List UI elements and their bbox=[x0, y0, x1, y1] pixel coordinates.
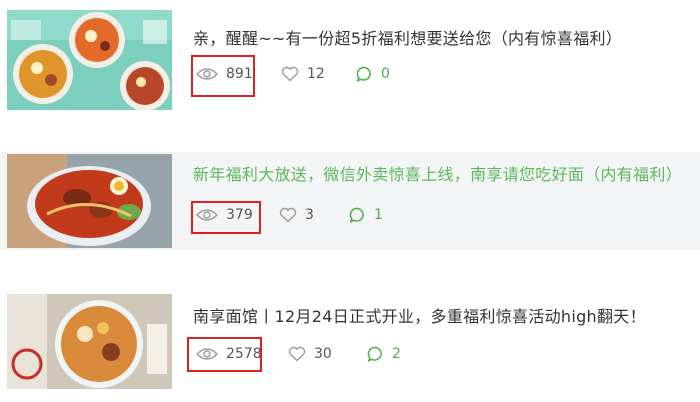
view-count-value: 2578 bbox=[226, 346, 262, 362]
comment-button[interactable]: 1 bbox=[349, 204, 383, 226]
like-count-value: 12 bbox=[307, 66, 325, 82]
like-count-value: 30 bbox=[314, 346, 332, 362]
view-count-value: 891 bbox=[226, 66, 253, 82]
heart-icon bbox=[288, 346, 306, 362]
view-count: 379 bbox=[196, 204, 253, 226]
comment-count-value: 0 bbox=[381, 66, 390, 82]
noodle-bowls-image bbox=[7, 10, 172, 110]
article-item[interactable]: 亲，醒醒~~有一份超5折福利想要送给您（内有惊喜福利） 891 12 0 bbox=[0, 0, 700, 130]
comment-button[interactable]: 0 bbox=[356, 63, 390, 85]
comment-button[interactable]: 2 bbox=[367, 343, 401, 365]
comment-icon bbox=[349, 207, 364, 223]
eye-icon bbox=[196, 348, 218, 360]
comment-count-value: 1 bbox=[374, 207, 383, 223]
noodle-bowl-image bbox=[7, 154, 172, 248]
noodle-bowl-image bbox=[7, 294, 172, 389]
like-count-value: 3 bbox=[305, 207, 314, 223]
comment-count-value: 2 bbox=[392, 346, 401, 362]
view-count: 891 bbox=[196, 63, 253, 85]
article-title-link[interactable]: 亲，醒醒~~有一份超5折福利想要送给您（内有惊喜福利） bbox=[193, 25, 622, 49]
eye-icon bbox=[196, 209, 218, 221]
eye-icon bbox=[196, 68, 218, 80]
heart-icon bbox=[281, 66, 299, 82]
like-button[interactable]: 30 bbox=[288, 343, 332, 365]
article-title-link[interactable]: 新年福利大放送，微信外卖惊喜上线，南享请您吃好面（内有福利） bbox=[193, 161, 682, 185]
view-count-value: 379 bbox=[226, 207, 253, 223]
heart-icon bbox=[279, 207, 297, 223]
like-button[interactable]: 12 bbox=[281, 63, 325, 85]
article-thumbnail[interactable] bbox=[7, 154, 172, 248]
article-title-link[interactable]: 南享面馆丨12月24日正式开业，多重福利惊喜活动high翻天！ bbox=[193, 303, 646, 327]
article-item[interactable]: 南享面馆丨12月24日正式开业，多重福利惊喜活动high翻天！ 2578 30 … bbox=[0, 290, 700, 402]
article-item[interactable]: 新年福利大放送，微信外卖惊喜上线，南享请您吃好面（内有福利） 379 3 1 bbox=[0, 152, 700, 250]
article-thumbnail[interactable] bbox=[7, 294, 172, 389]
comment-icon bbox=[367, 346, 382, 362]
view-count: 2578 bbox=[196, 343, 262, 365]
like-button[interactable]: 3 bbox=[279, 204, 314, 226]
comment-icon bbox=[356, 66, 371, 82]
article-thumbnail[interactable] bbox=[7, 10, 172, 110]
